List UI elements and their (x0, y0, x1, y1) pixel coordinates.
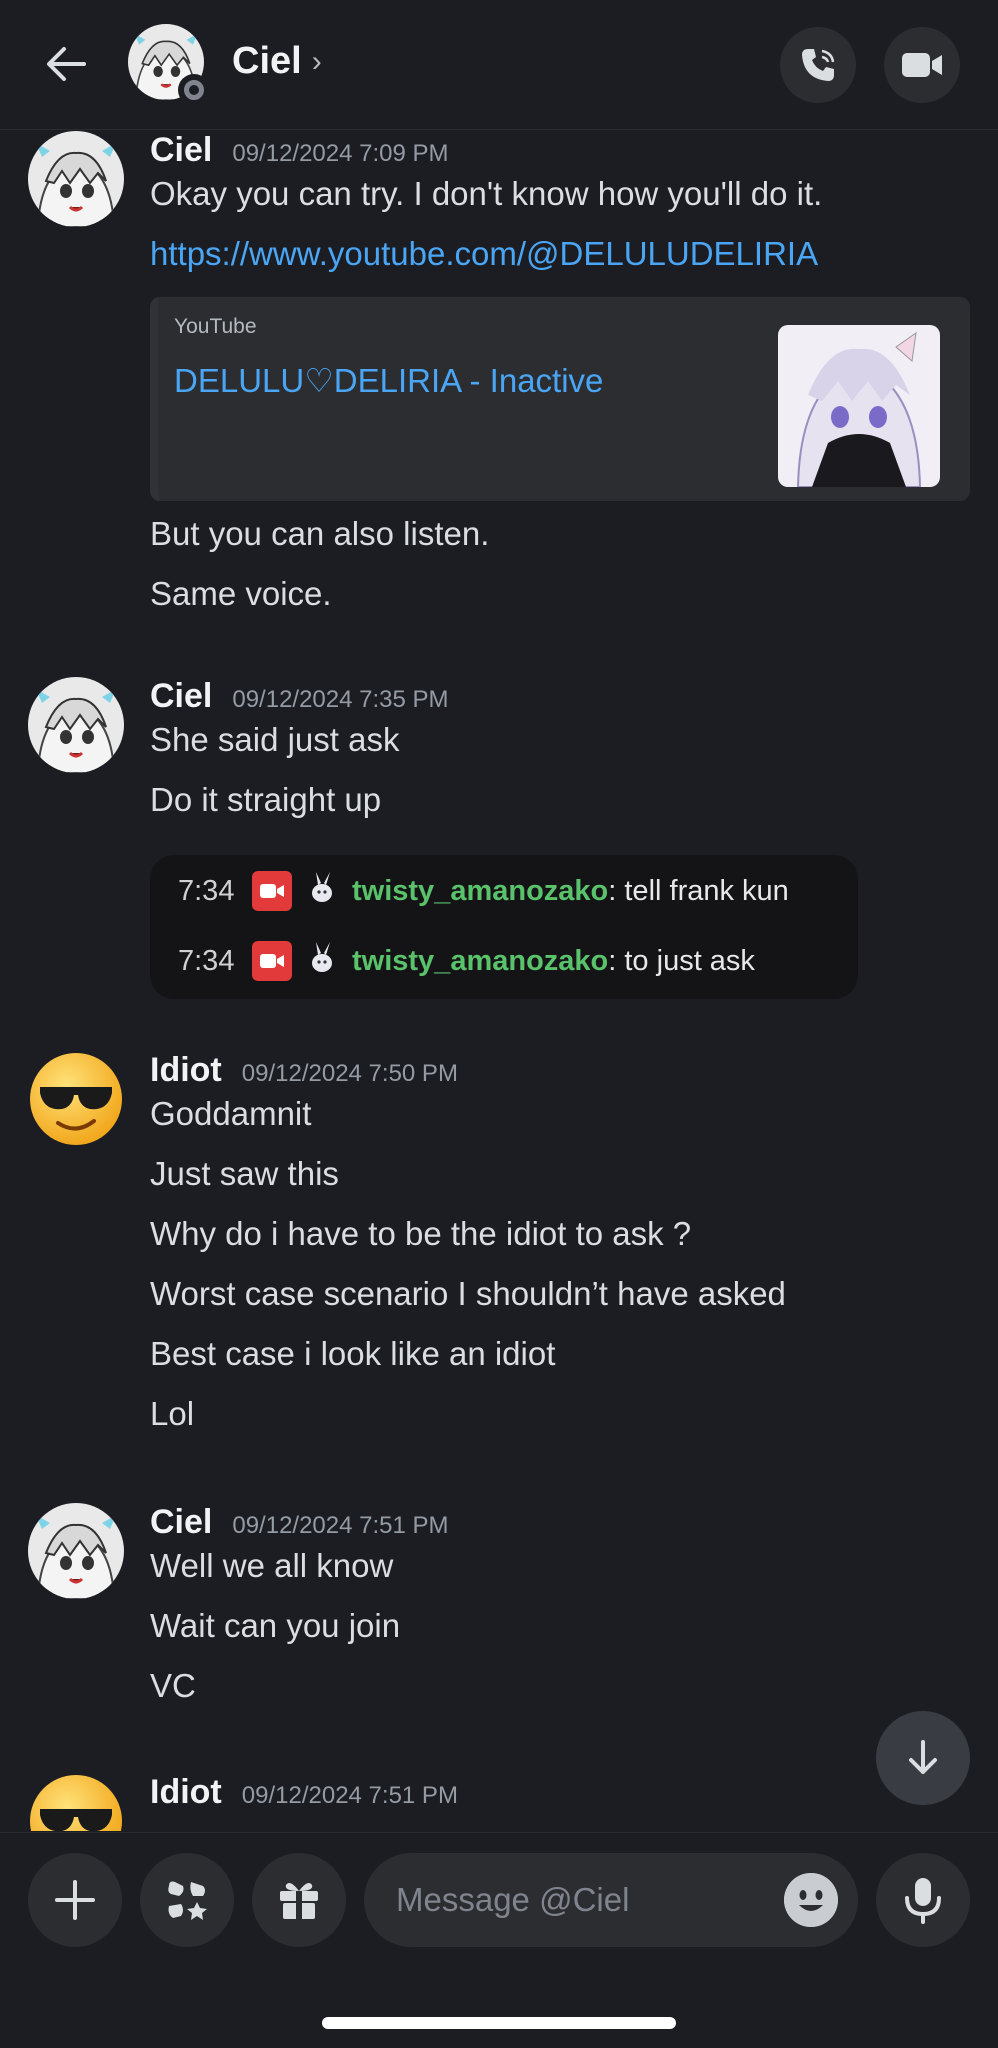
video-camera-icon (252, 941, 292, 981)
gift-icon (280, 1883, 318, 1919)
author-name[interactable]: Idiot (150, 1773, 222, 1812)
author-name[interactable]: Idiot (150, 1051, 222, 1090)
message-text: Do it straight up (150, 781, 382, 818)
message-list[interactable]: Ciel 09/12/2024 7:09 PM Okay you can try… (0, 131, 998, 1831)
plus-icon (55, 1880, 95, 1920)
message-text: Why do i have to be the idiot to ask ? (150, 1215, 692, 1252)
embed-thumbnail[interactable] (778, 325, 940, 487)
anime-avatar-image (28, 677, 124, 773)
jump-to-latest-button[interactable] (876, 1711, 970, 1805)
header-avatar[interactable] (128, 24, 210, 106)
add-attachment-button[interactable] (28, 1853, 122, 1947)
dm-header: Ciel › (0, 0, 998, 130)
back-button[interactable] (36, 34, 96, 94)
message-timestamp: 09/12/2024 7:51 PM (241, 1782, 458, 1809)
chat-time: 7:34 (178, 874, 235, 907)
message-text: But you can also listen. (150, 515, 490, 552)
message-header: Ciel 09/12/2024 7:51 PM (150, 1503, 449, 1542)
bunny-badge-icon (304, 939, 340, 983)
apps-button[interactable] (140, 1853, 234, 1947)
author-avatar[interactable] (28, 1503, 124, 1599)
author-avatar[interactable] (28, 1051, 124, 1147)
message-text: Just saw this (150, 1155, 339, 1192)
author-name[interactable]: Ciel (150, 131, 212, 170)
author-avatar[interactable] (28, 677, 124, 773)
chat-message: : to just ask (608, 944, 755, 977)
sunglasses-emoji-avatar (30, 1775, 122, 1831)
message-timestamp: 09/12/2024 7:09 PM (232, 140, 449, 167)
embed-title-link[interactable]: DELULU♡DELIRIA - Inactive (174, 361, 603, 400)
message-text: Best case i look like an idiot (150, 1335, 556, 1372)
message-text: Lol (150, 1395, 195, 1432)
author-name[interactable]: Ciel (150, 677, 212, 716)
message-composer (0, 1832, 998, 2048)
microphone-icon (905, 1878, 941, 1924)
message-input[interactable] (396, 1881, 796, 1919)
message-timestamp: 09/12/2024 7:35 PM (232, 686, 449, 713)
message-header: Ciel 09/12/2024 7:09 PM (150, 131, 449, 170)
screenshot-attachment[interactable]: 7:34 twisty_amanozako: tell frank kun 7:… (150, 855, 858, 999)
chat-log-row: 7:34 twisty_amanozako: tell frank kun (178, 869, 789, 913)
message-text: VC (150, 1667, 196, 1704)
arrow-down-icon (909, 1740, 937, 1774)
emoji-icon (784, 1873, 838, 1927)
author-name[interactable]: Ciel (150, 1503, 212, 1542)
message-text: Well we all know (150, 1547, 394, 1584)
video-camera-icon (902, 53, 942, 77)
voice-call-button[interactable] (780, 27, 856, 103)
message-timestamp: 09/12/2024 7:50 PM (241, 1060, 458, 1087)
embed-provider[interactable]: YouTube (174, 315, 257, 339)
message-input-container (364, 1853, 858, 1947)
message-text: Okay you can try. I don't know how you'l… (150, 175, 823, 212)
chat-time: 7:34 (178, 944, 235, 977)
phone-icon (802, 49, 835, 81)
youtube-link[interactable]: https://www.youtube.com/@DELULUDELIRIA (150, 235, 818, 273)
message-text: Wait can you join (150, 1607, 401, 1644)
chat-username: twisty_amanozako (352, 944, 609, 977)
arrow-left-icon (47, 47, 86, 81)
gift-button[interactable] (252, 1853, 346, 1947)
bunny-badge-icon (304, 869, 340, 913)
dm-recipient-name[interactable]: Ciel › (232, 40, 322, 83)
message-text: Same voice. (150, 575, 332, 612)
message-header: Idiot 09/12/2024 7:51 PM (150, 1773, 458, 1812)
apps-icon (168, 1881, 207, 1920)
anime-avatar-image (28, 1503, 124, 1599)
message-header: Ciel 09/12/2024 7:35 PM (150, 677, 449, 716)
message-timestamp: 09/12/2024 7:51 PM (232, 1512, 449, 1539)
recipient-name-text: Ciel (232, 40, 302, 82)
voice-message-button[interactable] (876, 1853, 970, 1947)
channel-thumbnail-image (778, 325, 940, 487)
author-avatar[interactable] (28, 131, 124, 227)
chat-username: twisty_amanozako (352, 874, 609, 907)
video-camera-icon (252, 871, 292, 911)
offline-status-indicator (178, 74, 210, 106)
sunglasses-emoji-avatar (30, 1053, 122, 1145)
emoji-picker-button[interactable] (784, 1873, 838, 1927)
message-header: Idiot 09/12/2024 7:50 PM (150, 1051, 458, 1090)
anime-avatar-image (28, 131, 124, 227)
chat-message: : tell frank kun (608, 874, 789, 907)
message-text: Worst case scenario I shouldn’t have ask… (150, 1275, 786, 1312)
chat-log-row: 7:34 twisty_amanozako: to just ask (178, 939, 755, 983)
author-avatar[interactable] (28, 1773, 124, 1831)
link-embed-card: YouTube DELULU♡DELIRIA - Inactive (150, 297, 970, 501)
message-text: She said just ask (150, 721, 400, 758)
home-indicator[interactable] (322, 2017, 676, 2029)
chevron-right-icon: › (311, 44, 322, 78)
video-call-button[interactable] (884, 27, 960, 103)
message-text: Goddamnit (150, 1095, 312, 1132)
